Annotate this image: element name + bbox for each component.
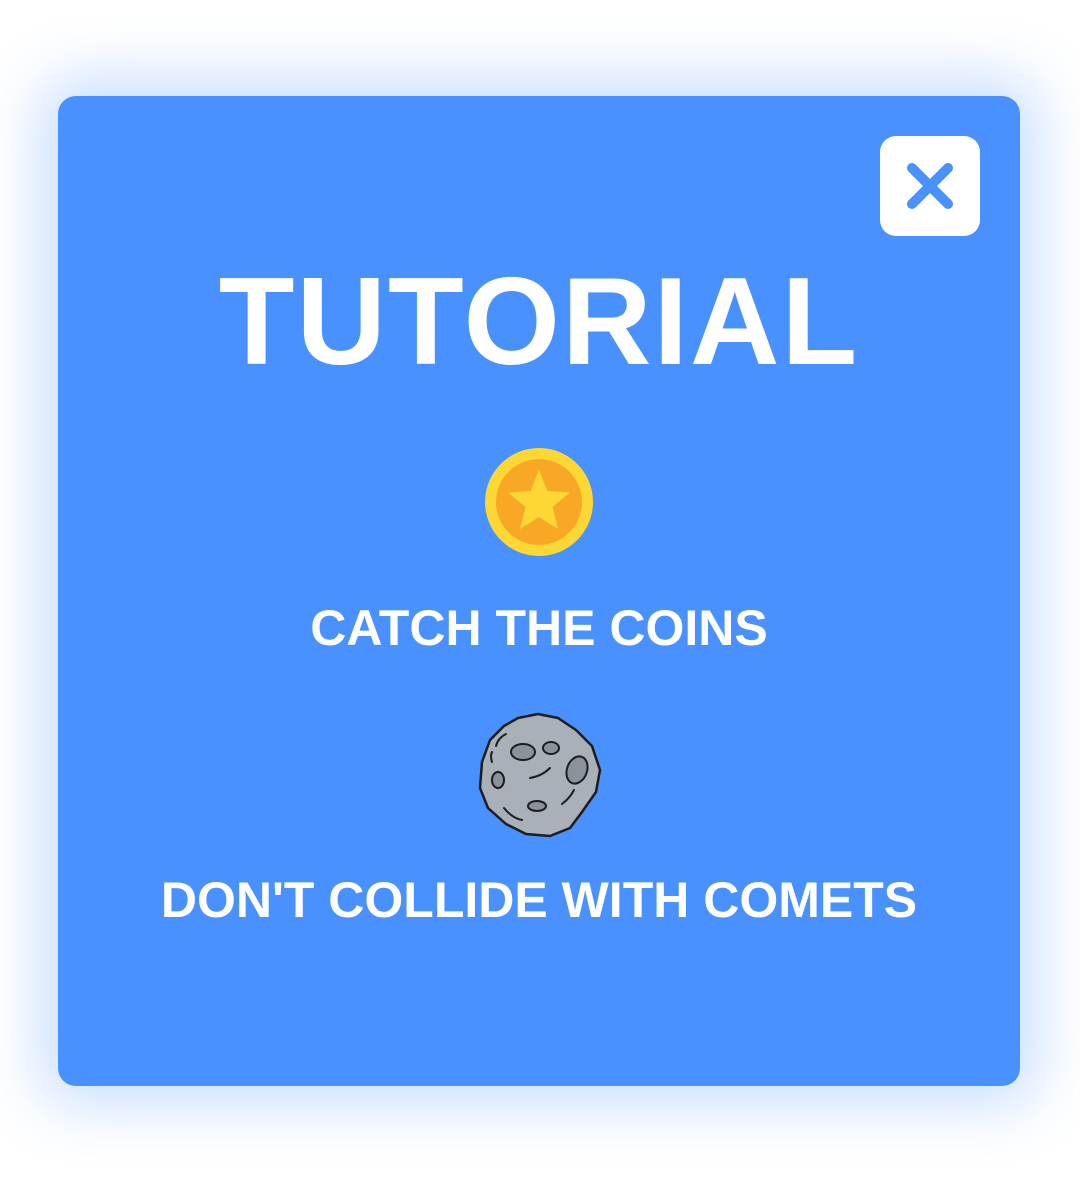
tutorial-modal: TUTORIAL CATCH THE COINS DON'T COLLIDE W… xyxy=(58,96,1020,1086)
comet-icon xyxy=(478,712,602,838)
coin-icon xyxy=(485,448,593,556)
step-catch-coins: CATCH THE COINS xyxy=(310,600,768,656)
close-button[interactable] xyxy=(880,136,980,236)
step-avoid-comets: DON'T COLLIDE WITH COMETS xyxy=(160,872,918,928)
close-icon xyxy=(907,163,953,209)
modal-title: TUTORIAL xyxy=(218,253,860,391)
